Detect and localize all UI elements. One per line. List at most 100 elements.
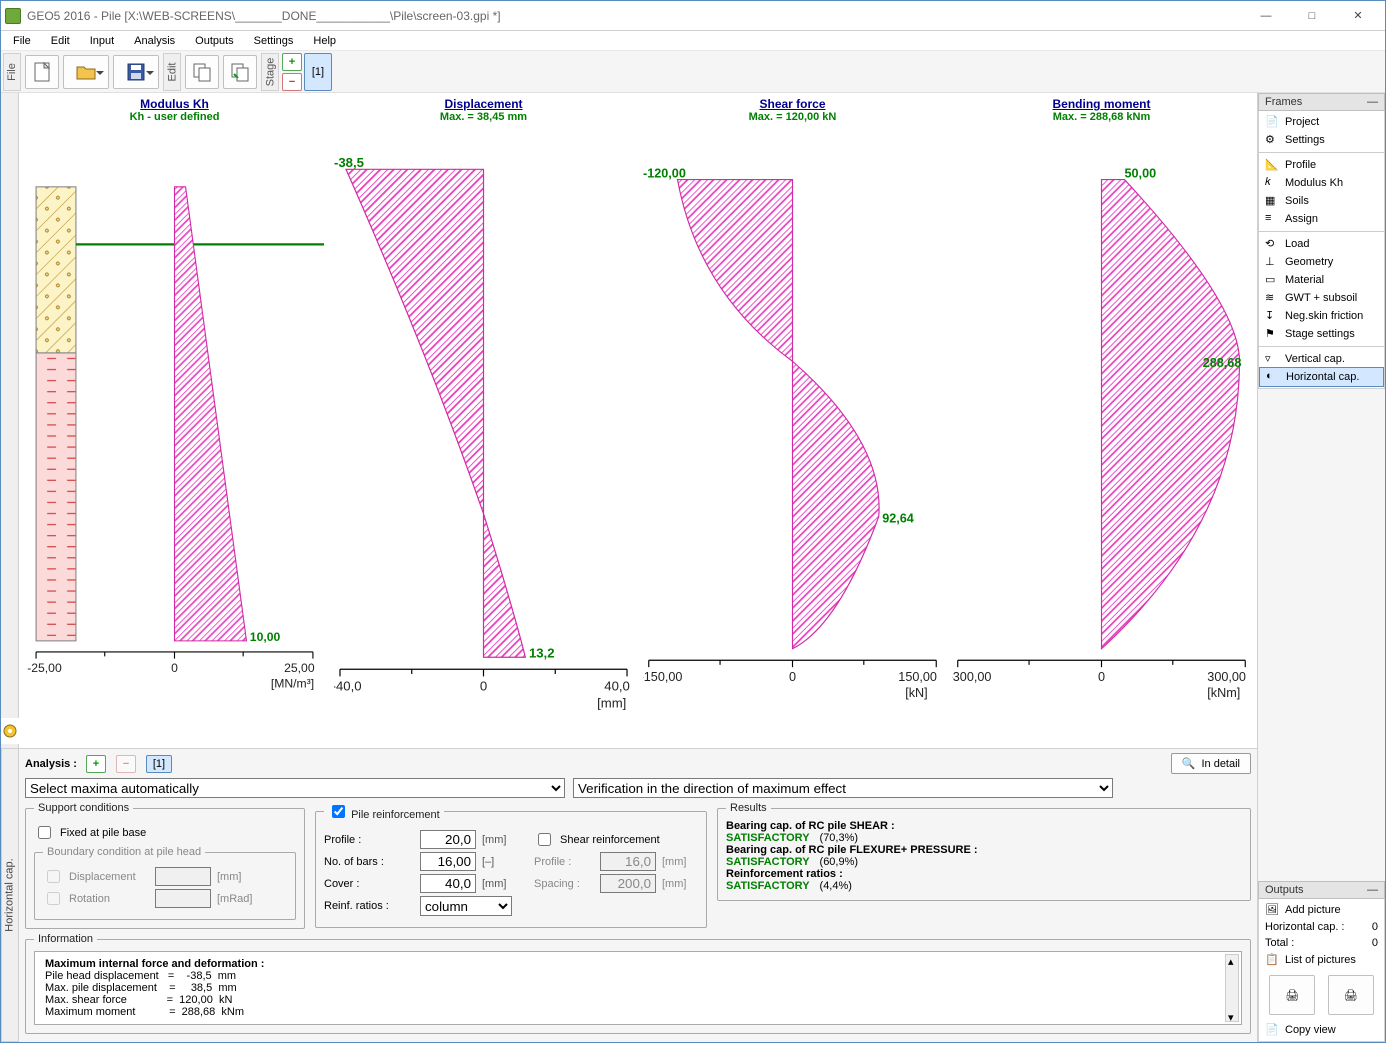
frame-item-profile[interactable]: 📐Profile (1259, 156, 1384, 174)
minimize-button[interactable]: — (1243, 2, 1289, 30)
list-icon: 📋 (1265, 953, 1279, 967)
menu-input[interactable]: Input (80, 33, 124, 49)
analysis-1-button[interactable]: [1] (146, 755, 172, 773)
frame-label: Geometry (1285, 256, 1333, 268)
menu-settings[interactable]: Settings (244, 33, 304, 49)
frame-icon: ⟲ (1265, 237, 1279, 251)
print-2-button[interactable]: 🖨 (1328, 975, 1374, 1015)
frame-icon: ⊥ (1265, 255, 1279, 269)
frame-icon: ⚙ (1265, 133, 1279, 147)
ratio-select[interactable]: column (420, 896, 512, 916)
shear-spacing-input (600, 874, 656, 893)
maximize-button[interactable]: □ (1289, 2, 1335, 30)
analysis-remove-button[interactable]: − (116, 755, 136, 773)
outputs-header: Outputs (1265, 884, 1304, 896)
verification-select[interactable]: Verification in the direction of maximum… (573, 778, 1113, 798)
frame-item-gwt-subsoil[interactable]: ≋ GWT + subsoil (1259, 289, 1384, 307)
info-scrollbar[interactable]: ▴▾ (1225, 954, 1239, 1022)
frame-item-material[interactable]: ▭ Material (1259, 271, 1384, 289)
frame-icon: 📄 (1265, 115, 1279, 129)
frame-label: Neg.skin friction (1285, 310, 1363, 322)
pile-reinf-checkbox[interactable] (332, 805, 345, 818)
frame-item-geometry[interactable]: ⊥ Geometry (1259, 253, 1384, 271)
copy-view-button[interactable]: 📄Copy view (1259, 1021, 1384, 1039)
svg-text:-300,00: -300,00 (952, 670, 991, 684)
frame-icon: ▭ (1265, 273, 1279, 287)
print-1-button[interactable]: 🖨 (1269, 975, 1315, 1015)
stage-1-button[interactable]: [1] (304, 53, 332, 91)
frame-item-soils[interactable]: ▦Soils (1259, 192, 1384, 210)
vtab-file: File (6, 63, 18, 81)
outputs-collapse-button[interactable]: — (1367, 884, 1378, 896)
svg-text:[MN/m³]: [MN/m³] (271, 676, 314, 690)
svg-text:25,00: 25,00 (284, 661, 315, 675)
frame-label: Stage settings (1285, 328, 1355, 340)
frame-label: Horizontal cap. (1286, 371, 1359, 383)
new-button[interactable] (25, 55, 59, 89)
frame-item-assign[interactable]: ≡Assign (1259, 210, 1384, 228)
menu-outputs[interactable]: Outputs (185, 33, 244, 49)
frame-item-settings[interactable]: ⚙Settings (1259, 131, 1384, 149)
bc-disp-checkbox (47, 870, 60, 883)
frame-label: Load (1285, 238, 1309, 250)
frame-icon: ◐ (1266, 370, 1280, 384)
save-button[interactable] (113, 55, 159, 89)
chart-disp-sub: Max. = 38,45 mm (440, 111, 527, 124)
frame-item-stage-settings[interactable]: ⚑ Stage settings (1259, 325, 1384, 343)
bottom-tab-label: Horizontal cap. (4, 858, 16, 931)
frame-item-project[interactable]: 📄Project (1259, 113, 1384, 131)
menu-help[interactable]: Help (303, 33, 346, 49)
frame-icon: ≋ (1265, 291, 1279, 305)
window-title: GEO5 2016 - Pile [X:\WEB-SCREENS\_______… (27, 9, 1243, 23)
cover-input[interactable] (420, 874, 476, 893)
bars-input[interactable] (420, 852, 476, 871)
frame-label: Assign (1285, 213, 1318, 225)
frame-icon: ↧ (1265, 309, 1279, 323)
close-button[interactable]: ✕ (1335, 2, 1381, 30)
maxima-select[interactable]: Select maxima automatically (25, 778, 565, 798)
canvas-settings-button[interactable] (1, 718, 19, 744)
frame-item-vertical-cap-[interactable]: ▿Vertical cap. (1259, 350, 1384, 368)
stage-add-button[interactable]: + (282, 53, 302, 71)
shear-reinf-checkbox[interactable] (538, 833, 551, 846)
svg-text:40,0: 40,0 (604, 679, 630, 694)
frame-icon: 𝑘 (1265, 176, 1279, 190)
frame-label: Material (1285, 274, 1324, 286)
frame-label: GWT + subsoil (1285, 292, 1357, 304)
add-picture-button[interactable]: 🖼Add picture (1259, 901, 1384, 919)
frame-label: Vertical cap. (1285, 353, 1345, 365)
svg-text:0: 0 (789, 670, 796, 684)
frames-list: 📄Project⚙Settings 📐Profile𝑘Modulus Kh▦Soi… (1258, 111, 1385, 389)
menu-edit[interactable]: Edit (41, 33, 80, 49)
frame-item-neg-skin-friction[interactable]: ↧ Neg.skin friction (1259, 307, 1384, 325)
stage-remove-button[interactable]: − (282, 73, 302, 91)
frame-item-modulus-kh[interactable]: 𝑘Modulus Kh (1259, 174, 1384, 192)
analysis-add-button[interactable]: + (86, 755, 106, 773)
fixed-base-checkbox[interactable] (38, 826, 51, 839)
list-pictures-button[interactable]: 📋List of pictures (1259, 951, 1384, 969)
shear-profile-input (600, 852, 656, 871)
frames-header: Frames (1265, 96, 1302, 108)
frame-item-load[interactable]: ⟲ Load (1259, 235, 1384, 253)
menu-file[interactable]: File (3, 33, 41, 49)
analysis-label: Analysis : (25, 758, 77, 770)
svg-text:0: 0 (171, 661, 178, 675)
bc-rot-checkbox (47, 892, 60, 905)
frame-icon: ⚑ (1265, 327, 1279, 341)
svg-text:288,68: 288,68 (1203, 356, 1242, 370)
frame-item-horizontal-cap-[interactable]: ◐ Horizontal cap. (1259, 367, 1384, 387)
bc-rot-input (155, 889, 211, 908)
open-button[interactable] (63, 55, 109, 89)
svg-text:300,00: 300,00 (1207, 670, 1246, 684)
profile-input[interactable] (420, 830, 476, 849)
frames-collapse-button[interactable]: — (1367, 96, 1378, 108)
svg-text:[kNm]: [kNm] (1207, 686, 1240, 700)
svg-text:13,2: 13,2 (529, 645, 555, 660)
menu-analysis[interactable]: Analysis (124, 33, 185, 49)
in-detail-button[interactable]: 🔍 In detail (1171, 753, 1251, 774)
svg-text:-38,5: -38,5 (334, 155, 364, 170)
copy-button[interactable] (185, 55, 219, 89)
svg-text:50,00: 50,00 (1125, 166, 1157, 180)
paste-button[interactable] (223, 55, 257, 89)
vtab-edit: Edit (166, 62, 178, 81)
